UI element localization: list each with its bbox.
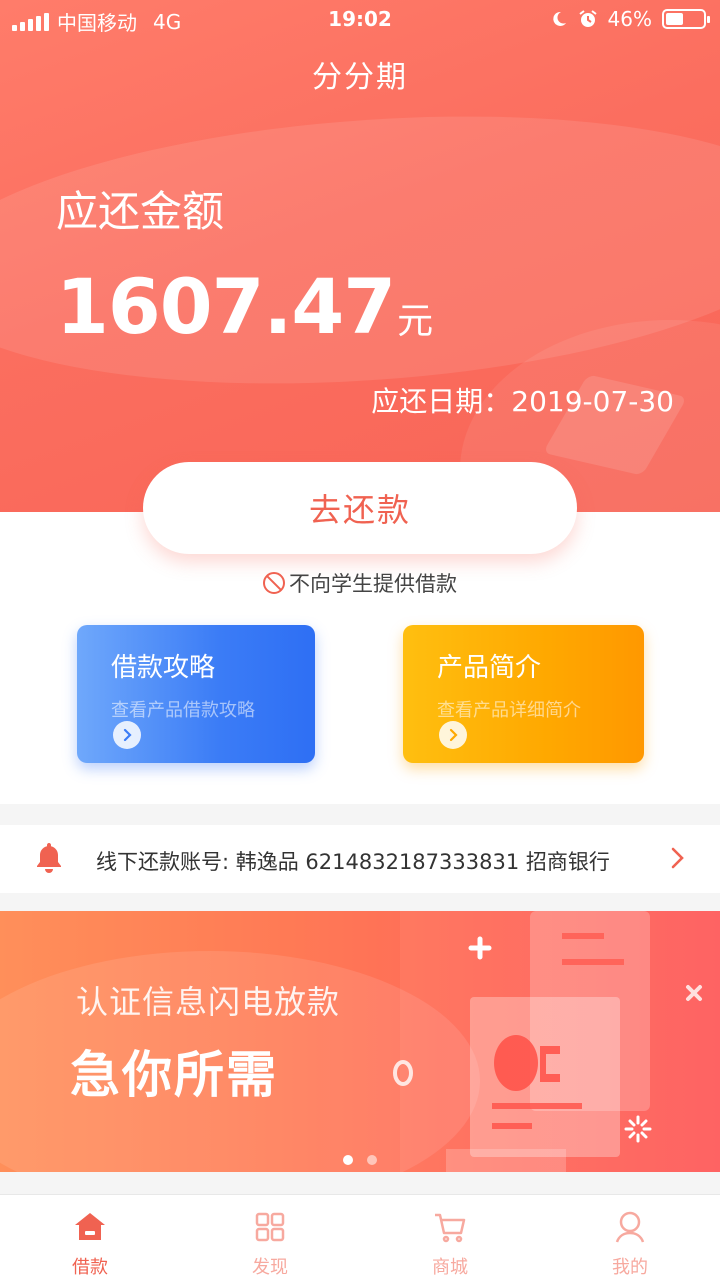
tab-discover[interactable]: 发现	[180, 1195, 360, 1280]
due-amount-value: 1607.47	[56, 262, 396, 351]
due-amount-label: 应还金额	[56, 187, 225, 236]
tab-label: 发现	[252, 1257, 288, 1278]
battery-percent: 46%	[607, 7, 652, 31]
loan-guide-subtitle: 查看产品借款攻略	[111, 700, 255, 721]
page-title: 分分期	[312, 60, 408, 95]
student-notice: 不向学生提供借款	[0, 568, 720, 598]
banner-subtitle: 认证信息闪电放款	[76, 983, 341, 1021]
student-notice-text: 不向学生提供借款	[289, 572, 457, 596]
tab-label: 我的	[612, 1257, 648, 1278]
alarm-icon	[578, 10, 597, 27]
offline-account-text: 线下还款账号: 韩逸品 6214832187333831 招商银行	[96, 850, 610, 874]
product-intro-subtitle: 查看产品详细简介	[437, 700, 581, 721]
tab-loan[interactable]: 借款	[0, 1195, 180, 1280]
promo-banner[interactable]: 认证信息闪电放款 急你所需	[0, 911, 720, 1172]
document-illustration	[393, 911, 702, 1172]
product-intro-title: 产品简介	[437, 653, 542, 683]
banner-pager	[0, 1155, 720, 1165]
due-date: 应还日期：2019-07-30	[371, 385, 674, 418]
bell-icon	[37, 843, 61, 873]
tab-label: 借款	[72, 1257, 108, 1278]
pager-dot[interactable]	[367, 1155, 377, 1165]
moon-icon	[552, 11, 566, 26]
loan-guide-card[interactable]: 借款攻略 查看产品借款攻略	[77, 625, 315, 763]
tab-bar: 借款 发现 商城 我的	[0, 1194, 720, 1280]
user-icon	[615, 1211, 645, 1243]
chevron-right-icon[interactable]	[113, 721, 141, 749]
battery-icon	[662, 9, 710, 29]
product-intro-card[interactable]: 产品简介 查看产品详细简介	[403, 625, 644, 763]
banner-title: 急你所需	[70, 1046, 278, 1104]
pager-dot[interactable]	[343, 1155, 353, 1165]
chevron-right-icon[interactable]	[439, 721, 467, 749]
status-bar: 中国移动 4G 19:02 46%	[0, 0, 720, 38]
cart-icon	[435, 1213, 466, 1243]
prohibited-icon	[263, 572, 285, 594]
due-amount: 1607.47元	[56, 262, 433, 351]
grid-icon	[255, 1212, 285, 1242]
home-icon	[75, 1213, 105, 1240]
tab-mall[interactable]: 商城	[360, 1195, 540, 1280]
currency-unit: 元	[397, 301, 433, 342]
tab-label: 商城	[432, 1257, 468, 1278]
repay-button[interactable]: 去还款	[143, 462, 577, 554]
loan-guide-title: 借款攻略	[111, 653, 216, 683]
chevron-right-icon[interactable]	[670, 847, 686, 869]
hero-section: 中国移动 4G 19:02 46% 分分期 应还金额 1607.47元 应还日期…	[0, 0, 720, 512]
tab-mine[interactable]: 我的	[540, 1195, 720, 1280]
offline-account-bar[interactable]: 线下还款账号: 韩逸品 6214832187333831 招商银行	[0, 825, 720, 893]
